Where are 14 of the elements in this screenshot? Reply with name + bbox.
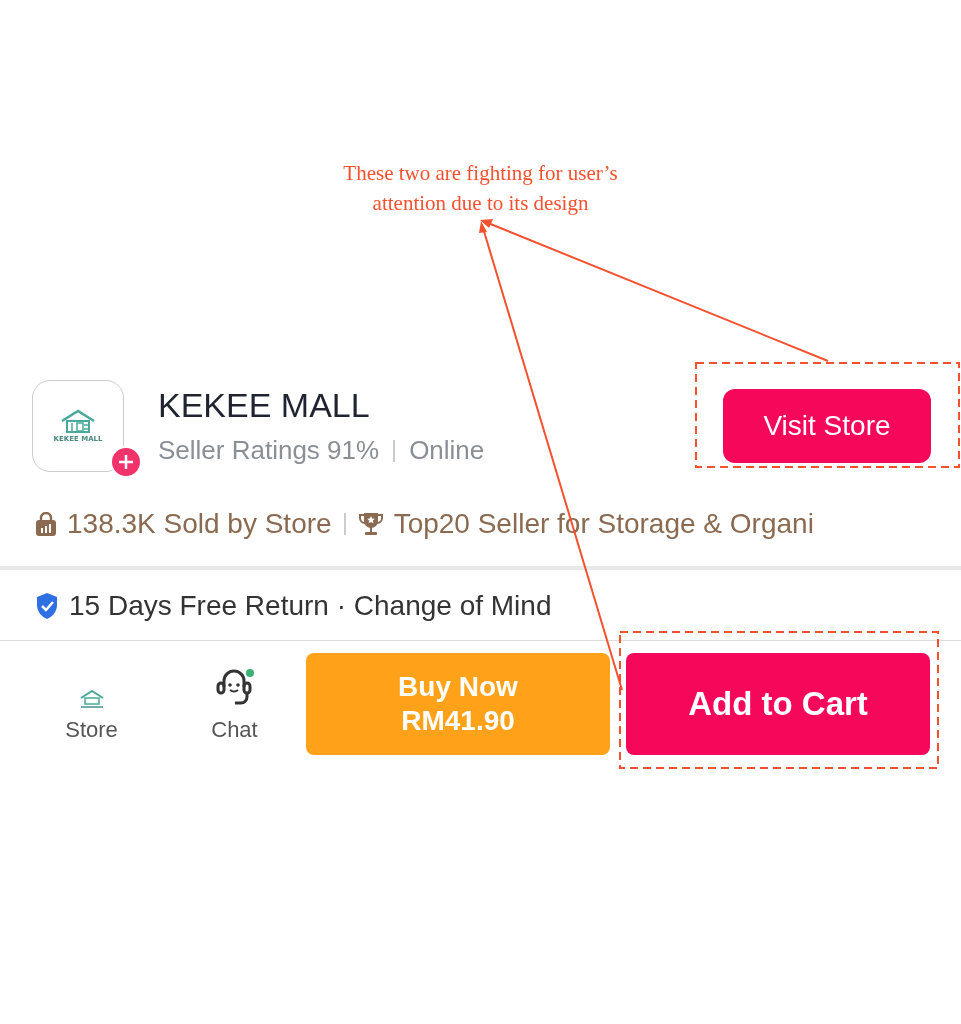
online-status: Online xyxy=(409,435,485,466)
trophy-icon xyxy=(357,511,384,537)
store-name: KEKEE MALL xyxy=(158,386,371,425)
shield-check-icon xyxy=(35,592,59,620)
follow-plus-icon[interactable] xyxy=(110,446,142,478)
annotation-note: These two are fighting for user’s attention due to its design xyxy=(342,160,619,217)
sold-count: 138.3K Sold by Store xyxy=(67,508,332,540)
seller-rating: Seller Ratings 91% xyxy=(158,435,380,466)
nav-label[interactable]: Chat xyxy=(211,717,258,743)
add-to-cart-button[interactable]: Add to Cart xyxy=(626,653,930,755)
visit-store-button[interactable]: Visit Store xyxy=(723,389,931,463)
shopping-bag-icon xyxy=(35,512,57,536)
nav-label[interactable]: Store xyxy=(65,717,118,743)
return-policy: 15 Days Free Return · Change of Mind xyxy=(69,590,552,622)
